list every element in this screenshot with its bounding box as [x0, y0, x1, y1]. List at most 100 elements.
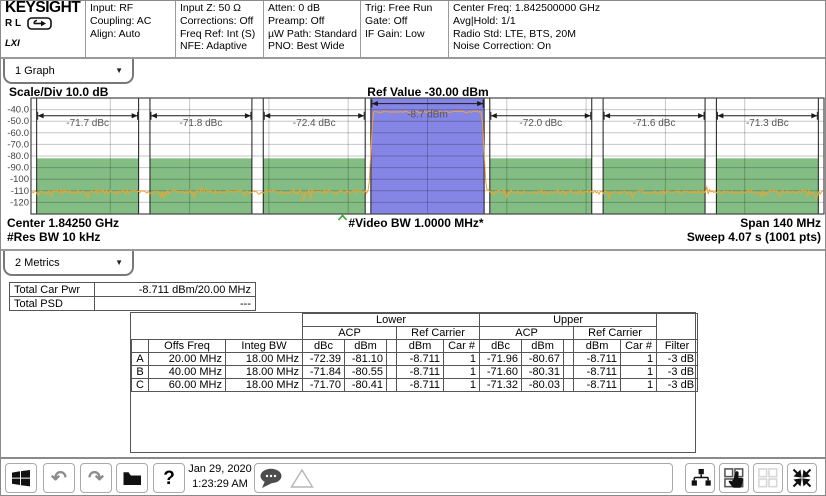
acp-cell [387, 353, 397, 366]
offset-region-label: -71.7 dBc [66, 118, 109, 129]
status-line: Freq Ref: Int (S) [180, 28, 259, 41]
offset-region-label: -71.3 dBc [746, 118, 789, 129]
sweep-annotation: Sweep 4.07 s (1001 pts) [571, 230, 821, 244]
lxi-logo: LXI [5, 38, 81, 51]
table-row: Total PSD --- [10, 297, 256, 311]
y-axis-tick: -70.0 [7, 139, 29, 150]
total-car-pwr-value: -8.711 dBm/20.00 MHz [95, 283, 256, 297]
offset-region-lower-A [263, 158, 365, 214]
help-button[interactable]: ? [153, 463, 185, 493]
acp-cell: 18.00 MHz [226, 366, 303, 379]
acp-cell: 1 [444, 366, 480, 379]
status-line: µW Path: Standard [268, 28, 356, 41]
acp-header-row: Lower Upper [132, 314, 698, 327]
status-line: Align: Auto [90, 28, 171, 41]
message-status-area[interactable] [254, 463, 673, 493]
grid-hand-icon [723, 467, 746, 490]
acp-cell: 18.00 MHz [226, 379, 303, 392]
graph-selector-dropdown[interactable]: 1 Graph ▼ [3, 59, 134, 84]
acp-cell: -71.70 [303, 379, 345, 392]
windows-start-button[interactable] [5, 463, 37, 493]
trigger-settings-panel[interactable]: Trig: Free RunGate: OffIF Gain: Low [361, 1, 449, 57]
y-axis-tick: -110 [11, 186, 29, 197]
file-explorer-button[interactable] [116, 463, 148, 493]
brand-text: KEYSIGHT [5, 2, 81, 15]
status-line: Trig: Free Run [365, 2, 444, 15]
folder-icon [123, 471, 142, 486]
power-summary-table: Total Car Pwr -8.711 dBm/20.00 MHz Total… [9, 282, 256, 311]
redo-button[interactable]: ↷ [80, 463, 112, 493]
status-line: Radio Std: LTE, BTS, 20M [453, 28, 821, 41]
acp-cell: 20.00 MHz [149, 353, 226, 366]
center-freq-annotation: Center 1.84250 GHz [7, 216, 119, 230]
table-row: B40.00 MHz18.00 MHz-71.84-80.55-8.7111-7… [132, 366, 698, 379]
status-line: Coupling: AC [90, 15, 171, 28]
flowchart-icon [690, 468, 711, 488]
datetime-display: Jan 29, 2020 1:23:29 AM [187, 462, 253, 492]
date-text: Jan 29, 2020 [187, 462, 253, 477]
acp-cell: -8.711 [574, 366, 621, 379]
acp-cell: 1 [444, 353, 480, 366]
acp-cell: B [132, 366, 149, 379]
status-line: Preamp: Off [268, 15, 356, 28]
y-axis-tick: -50.0 [7, 116, 29, 127]
acp-cell [564, 366, 574, 379]
spectrum-plot[interactable]: -40.0-50.0-60.0-70.0-80.0-90.0-100-110-1… [1, 96, 826, 226]
bottom-toolbar: ↶ ↷ ? Jan 29, 2020 1:23:29 AM [1, 459, 825, 496]
acp-results-frame: Lower Upper ACPRef Carrier ACPRef Carrie… [130, 312, 696, 453]
y-axis-tick: -90.0 [7, 163, 29, 174]
status-line: Avg|Hold: 1/1 [453, 15, 821, 28]
offset-region-lower-C [37, 158, 139, 214]
chevron-down-icon: ▼ [115, 66, 123, 75]
acp-cell: -3 dB [657, 379, 698, 392]
redo-icon: ↷ [88, 469, 104, 488]
status-line: Input: RF [90, 2, 171, 15]
measurement-setup-button[interactable] [685, 463, 715, 493]
acp-cell: -8.711 [397, 353, 444, 366]
screen-layout-touch-button[interactable] [719, 463, 749, 493]
y-axis-tick: -60.0 [7, 128, 29, 139]
acp-cell: C [132, 379, 149, 392]
acp-column-header-row: Offs FreqInteg BWdBcdBmdBmCar #dBcdBmdBm… [132, 340, 698, 353]
amplitude-settings-panel[interactable]: Atten: 0 dBPreamp: OffµW Path: StandardP… [264, 1, 361, 57]
frequency-ref-panel[interactable]: Input Z: 50 ΩCorrections: OffFreq Ref: I… [176, 1, 264, 57]
windows-logo-icon [12, 470, 30, 487]
status-line: Input Z: 50 Ω [180, 2, 259, 15]
acp-cell: -81.10 [345, 353, 387, 366]
acp-cell: 40.00 MHz [149, 366, 226, 379]
acp-cell: 1 [621, 366, 657, 379]
acp-cell: 1 [444, 379, 480, 392]
input-settings-panel[interactable]: Input: RFCoupling: ACAlign: Auto [86, 1, 176, 57]
offset-region-label: -72.4 dBc [293, 118, 336, 129]
acp-cell: -71.32 [480, 379, 522, 392]
scale-div-readout: Scale/Div 10.0 dB [9, 85, 108, 99]
collapse-fullscreen-button[interactable] [787, 463, 817, 493]
offset-region-label: -71.6 dBc [633, 118, 676, 129]
metrics-selector-dropdown[interactable]: 2 Metrics ▼ [3, 251, 134, 276]
undo-button[interactable]: ↶ [43, 463, 75, 493]
system-status-bar: KEYSIGHT R L LXI Input: RFCoupling: ACAl… [1, 1, 825, 59]
filter-header-spacer [657, 314, 698, 340]
ref-value-readout: Ref Value -30.00 dBm [328, 85, 528, 99]
acp-cell: -8.711 [574, 353, 621, 366]
acp-cell: -8.711 [397, 366, 444, 379]
grid-icon [757, 467, 780, 490]
offset-region-upper-A [490, 158, 592, 214]
help-icon: ? [163, 469, 175, 488]
status-line: Atten: 0 dB [268, 2, 356, 15]
lower-group-header: Lower [303, 314, 480, 327]
acp-cell: 1 [621, 353, 657, 366]
undo-icon: ↶ [51, 469, 67, 488]
measurement-settings-panel[interactable]: Center Freq: 1.842500000 GHzAvg|Hold: 1/… [449, 1, 825, 57]
chevron-down-icon: ▼ [115, 258, 123, 267]
status-line: Gate: Off [365, 15, 444, 28]
total-psd-value: --- [95, 297, 256, 311]
video-bw-annotation: #Video BW 1.0000 MHz* [316, 216, 516, 230]
screen-layout-disabled-button [753, 463, 783, 493]
acp-cell: -8.711 [574, 379, 621, 392]
spectrum-trace [32, 111, 823, 201]
acp-cell: -80.41 [345, 379, 387, 392]
offset-region-label: -71.8 dBc [180, 118, 223, 129]
acp-cell: 60.00 MHz [149, 379, 226, 392]
res-bw-annotation: #Res BW 10 kHz [7, 230, 100, 244]
